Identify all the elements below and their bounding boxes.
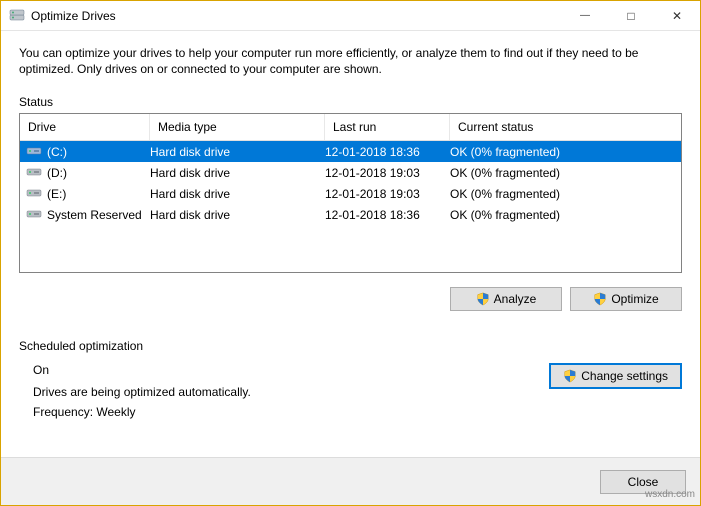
drive-icon [26, 205, 42, 224]
drive-cell: (D:) [26, 163, 150, 182]
action-button-row: Analyze Optimize [19, 287, 682, 311]
scheduled-label: Scheduled optimization [19, 339, 682, 353]
description-text: You can optimize your drives to help you… [19, 45, 682, 77]
media-cell: Hard disk drive [150, 187, 325, 201]
close-label: Close [628, 475, 659, 489]
maximize-button[interactable] [608, 1, 654, 31]
lastrun-cell: 12-01-2018 19:03 [325, 166, 450, 180]
table-row[interactable]: (C:) Hard disk drive12-01-2018 18:36OK (0… [20, 141, 681, 162]
optimize-label: Optimize [611, 292, 658, 306]
scheduled-desc: Drives are being optimized automatically… [33, 385, 529, 399]
column-header-lastrun[interactable]: Last run [325, 114, 450, 140]
titlebar: Optimize Drives [1, 1, 700, 31]
media-cell: Hard disk drive [150, 208, 325, 222]
drive-name: (D:) [47, 166, 67, 180]
media-cell: Hard disk drive [150, 145, 325, 159]
list-body: (C:)Hard disk drive12-01-2018 18:36OK (0… [20, 141, 681, 225]
app-icon [9, 8, 25, 24]
scheduled-optimization-section: Scheduled optimization On Drives are bei… [19, 339, 682, 425]
drive-icon [26, 142, 42, 161]
optimize-button[interactable]: Optimize [570, 287, 682, 311]
shield-icon [563, 369, 577, 383]
drive-cell: (E:) [26, 184, 150, 203]
drive-cell: (C:) [26, 142, 150, 161]
drive-name: (E:) [47, 187, 66, 201]
analyze-label: Analyze [494, 292, 537, 306]
drive-cell: System Reserved [26, 205, 150, 224]
shield-icon [593, 292, 607, 306]
analyze-button[interactable]: Analyze [450, 287, 562, 311]
drive-name: System Reserved [47, 208, 142, 222]
minimize-button[interactable] [562, 1, 608, 31]
close-window-button[interactable] [654, 1, 700, 31]
column-header-drive[interactable]: Drive [20, 114, 150, 140]
status-cell: OK (0% fragmented) [450, 145, 681, 159]
drive-icon [26, 184, 42, 203]
scheduled-on: On [33, 363, 529, 377]
scheduled-text: On Drives are being optimized automatica… [19, 363, 529, 425]
optimize-drives-window: Optimize Drives You can optimize your dr… [0, 0, 701, 506]
change-settings-button[interactable]: Change settings [549, 363, 682, 389]
list-header: Drive Media type Last run Current status [20, 114, 681, 141]
change-settings-label: Change settings [581, 369, 668, 383]
status-label: Status [19, 95, 682, 109]
lastrun-cell: 12-01-2018 19:03 [325, 187, 450, 201]
status-cell: OK (0% fragmented) [450, 166, 681, 180]
status-cell: OK (0% fragmented) [450, 187, 681, 201]
lastrun-cell: 12-01-2018 18:36 [325, 208, 450, 222]
bottom-bar: Close [1, 457, 700, 505]
window-title: Optimize Drives [31, 9, 116, 23]
drives-list: Drive Media type Last run Current status… [19, 113, 682, 273]
scheduled-freq: Frequency: Weekly [33, 405, 529, 419]
watermark: wsxdn.com [645, 489, 695, 500]
status-cell: OK (0% fragmented) [450, 208, 681, 222]
media-cell: Hard disk drive [150, 166, 325, 180]
shield-icon [476, 292, 490, 306]
column-header-media[interactable]: Media type [150, 114, 325, 140]
drive-name: (C:) [47, 145, 67, 159]
drive-icon [26, 163, 42, 182]
content-area: You can optimize your drives to help you… [1, 31, 700, 457]
table-row[interactable]: (E:) Hard disk drive12-01-2018 19:03OK (0… [20, 183, 681, 204]
table-row[interactable]: System Reserved Hard disk drive12-01-2018… [20, 204, 681, 225]
table-row[interactable]: (D:) Hard disk drive12-01-2018 19:03OK (0… [20, 162, 681, 183]
column-header-status[interactable]: Current status [450, 114, 681, 140]
lastrun-cell: 12-01-2018 18:36 [325, 145, 450, 159]
